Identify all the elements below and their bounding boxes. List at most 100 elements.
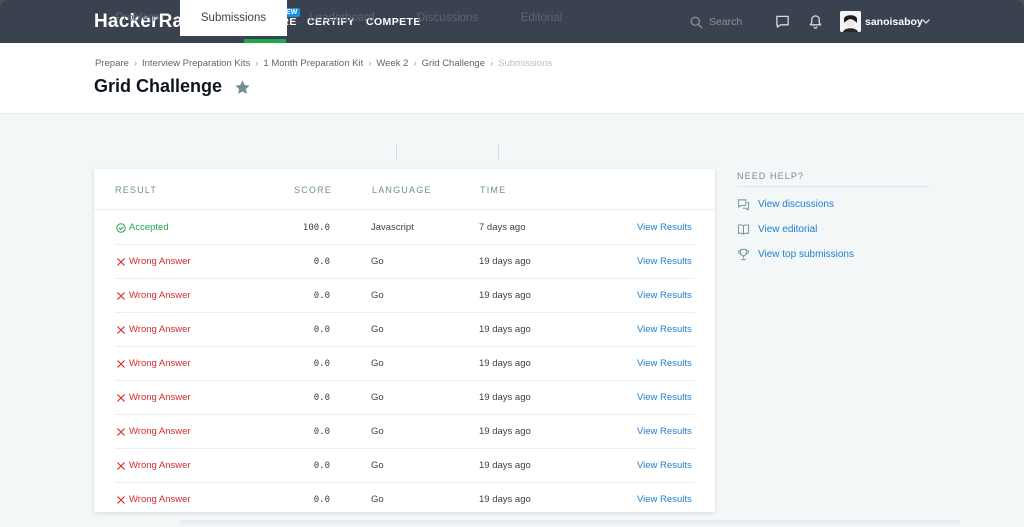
avatar-image xyxy=(840,11,861,32)
result-text: Wrong Answer xyxy=(129,494,191,505)
x-icon xyxy=(117,461,125,470)
language-cell: Go xyxy=(371,256,384,267)
language-cell: Go xyxy=(371,460,384,471)
header-time: TIME xyxy=(480,185,507,195)
table-row: Wrong Answer 0.0 Go 19 days ago View Res… xyxy=(115,245,695,279)
breadcrumb-separator: › xyxy=(489,58,494,69)
view-results-link[interactable]: View Results xyxy=(637,426,692,437)
score-cell: 0.0 xyxy=(313,495,330,505)
submissions-panel: RESULT SCORE LANGUAGE TIME Accepted 100.… xyxy=(94,169,715,512)
breadcrumb-separator: › xyxy=(133,58,137,69)
result-text: Wrong Answer xyxy=(129,392,191,403)
result-text: Wrong Answer xyxy=(129,460,191,471)
view-results-link[interactable]: View Results xyxy=(637,222,692,233)
table-row: Wrong Answer 0.0 Go 19 days ago View Res… xyxy=(115,313,695,347)
book-icon xyxy=(737,224,750,235)
view-top-submissions-label: View top submissions xyxy=(758,249,854,260)
breadcrumb: Prepare › Interview Preparation Kits › 1 Mon… xyxy=(95,58,552,69)
view-editorial-link[interactable]: View editorial xyxy=(737,223,817,236)
view-discussions-link[interactable]: View discussions xyxy=(737,198,834,211)
result-cell: Accepted xyxy=(116,222,169,233)
breadcrumb-separator: › xyxy=(255,58,259,69)
app-window: HackerRank PREPARE NEW CERTIFY COMPETE s… xyxy=(0,0,1024,527)
breadcrumb-1-month-kit[interactable]: 1 Month Preparation Kit xyxy=(263,58,363,69)
language-cell: Go xyxy=(371,290,384,301)
tab-editorial[interactable]: Editorial xyxy=(499,0,584,36)
score-cell: 0.0 xyxy=(313,427,330,437)
table-row: Wrong Answer 0.0 Go 19 days ago View Res… xyxy=(115,347,695,381)
avatar[interactable] xyxy=(840,11,861,32)
view-results-link[interactable]: View Results xyxy=(637,460,692,471)
search-box[interactable] xyxy=(690,13,760,31)
header-score: SCORE xyxy=(294,185,333,195)
result-cell: Wrong Answer xyxy=(116,290,191,301)
table-row: Wrong Answer 0.0 Go 19 days ago View Res… xyxy=(115,279,695,313)
view-results-link[interactable]: View Results xyxy=(637,358,692,369)
messages-icon[interactable] xyxy=(775,14,790,29)
score-cell: 0.0 xyxy=(313,257,330,267)
result-text: Wrong Answer xyxy=(129,426,191,437)
bookmark-star-icon[interactable] xyxy=(234,79,251,96)
view-results-link[interactable]: View Results xyxy=(637,392,692,403)
result-cell: Wrong Answer xyxy=(116,494,191,505)
table-row: Wrong Answer 0.0 Go 19 days ago View Res… xyxy=(115,415,695,449)
x-icon xyxy=(117,427,125,436)
tab-problem[interactable]: Problem xyxy=(94,0,180,36)
time-cell: 19 days ago xyxy=(479,392,531,403)
score-cell: 0.0 xyxy=(313,461,330,471)
trophy-icon xyxy=(738,248,749,261)
x-icon xyxy=(117,495,125,504)
table-row: Wrong Answer 0.0 Go 19 days ago View Res… xyxy=(115,381,695,415)
table-row: Accepted 100.0 Javascript 7 days ago Vie… xyxy=(115,211,695,245)
time-cell: 19 days ago xyxy=(479,358,531,369)
x-icon xyxy=(117,257,125,266)
x-icon xyxy=(117,325,125,334)
time-cell: 19 days ago xyxy=(479,460,531,471)
view-results-link[interactable]: View Results xyxy=(637,494,692,505)
breadcrumb-prepare[interactable]: Prepare xyxy=(95,58,129,69)
help-divider xyxy=(737,186,930,187)
result-text: Wrong Answer xyxy=(129,256,191,267)
search-input[interactable] xyxy=(709,16,759,28)
language-cell: Go xyxy=(371,324,384,335)
result-cell: Wrong Answer xyxy=(116,392,191,403)
table-header: RESULT SCORE LANGUAGE TIME xyxy=(94,169,715,210)
time-cell: 19 days ago xyxy=(479,324,531,335)
view-results-link[interactable]: View Results xyxy=(637,256,692,267)
notifications-bell-icon[interactable] xyxy=(808,14,823,29)
check-circle-icon xyxy=(116,222,126,233)
result-text: Wrong Answer xyxy=(129,324,191,335)
time-cell: 19 days ago xyxy=(479,426,531,437)
result-cell: Wrong Answer xyxy=(116,460,191,471)
breadcrumb-week-2[interactable]: Week 2 xyxy=(376,58,408,69)
score-cell: 100.0 xyxy=(302,223,330,233)
view-top-submissions-link[interactable]: View top submissions xyxy=(737,248,854,261)
result-cell: Wrong Answer xyxy=(116,324,191,335)
result-text: Wrong Answer xyxy=(129,358,191,369)
search-icon xyxy=(690,16,703,28)
tab-leaderboard[interactable]: Leaderboard xyxy=(287,0,397,36)
tab-discussions[interactable]: Discussions xyxy=(397,0,498,36)
chevron-down-icon[interactable] xyxy=(921,16,931,26)
tab-submissions[interactable]: Submissions xyxy=(180,0,287,36)
time-cell: 7 days ago xyxy=(479,222,526,233)
language-cell: Go xyxy=(371,426,384,437)
result-cell: Wrong Answer xyxy=(116,256,191,267)
tab-separator xyxy=(396,145,397,159)
view-results-link[interactable]: View Results xyxy=(637,324,692,335)
language-cell: Go xyxy=(371,358,384,369)
username[interactable]: sanoisaboy xyxy=(865,16,923,28)
result-cell: Wrong Answer xyxy=(116,426,191,437)
breadcrumb-grid-challenge[interactable]: Grid Challenge xyxy=(422,58,485,69)
time-cell: 19 days ago xyxy=(479,290,531,301)
x-icon xyxy=(117,393,125,402)
language-cell: Go xyxy=(371,392,384,403)
breadcrumb-interview-kits[interactable]: Interview Preparation Kits xyxy=(142,58,250,69)
language-cell: Javascript xyxy=(371,222,414,233)
tab-separator xyxy=(498,145,499,159)
view-editorial-label: View editorial xyxy=(758,224,818,235)
table-row: Wrong Answer 0.0 Go 19 days ago View Res… xyxy=(115,449,695,483)
discussion-icon xyxy=(737,199,750,211)
breadcrumb-separator: › xyxy=(368,58,372,69)
view-results-link[interactable]: View Results xyxy=(637,290,692,301)
